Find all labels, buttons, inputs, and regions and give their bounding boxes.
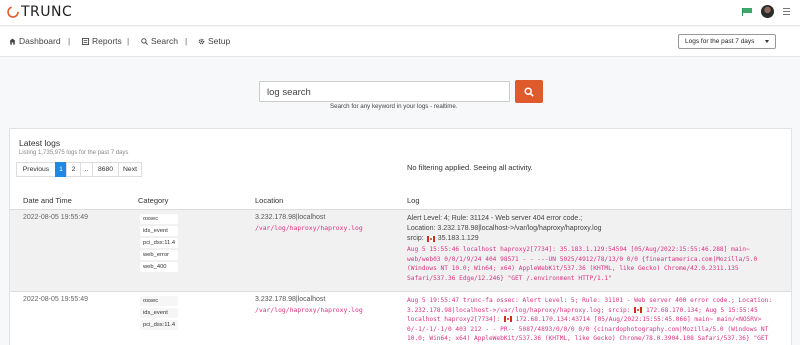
card-subtitle: Listing 1,735,975 logs for the past 7 da…	[19, 150, 129, 156]
date-range-value: Logs for the past 7 days	[685, 38, 755, 45]
category-badge[interactable]: pci_dss:11.4	[140, 238, 179, 248]
location-host: 3.232.178.98|localhost	[255, 296, 326, 303]
nav-setup-label: Setup	[208, 36, 231, 46]
col-category: Category	[138, 196, 169, 205]
search-input-value: log search	[267, 87, 311, 98]
report-icon	[82, 37, 89, 45]
page-previous[interactable]: Previous	[16, 162, 56, 177]
category-badge[interactable]: ids_event	[140, 308, 179, 318]
nav-separator: |	[185, 36, 188, 46]
page-next[interactable]: Next	[118, 162, 142, 177]
category-badge[interactable]: ids_event	[140, 226, 179, 236]
top-bar: TRUNC	[0, 0, 800, 26]
user-avatar[interactable]	[761, 5, 774, 18]
srcip-label: srcip:	[407, 235, 424, 242]
search-hint: Search for any keyword in your logs - re…	[330, 103, 458, 110]
gear-icon	[198, 38, 205, 44]
category-badge[interactable]: web_400	[140, 262, 179, 272]
menu-icon[interactable]	[783, 8, 790, 15]
col-location: Location	[255, 196, 284, 205]
latest-logs-card: Latest logs Listing 1,735,975 logs for t…	[9, 128, 792, 345]
nav-separator: |	[68, 36, 71, 46]
row-categories: ossec ids_event pci_dss:11.4 web_error w…	[140, 214, 179, 272]
row-log: Alert Level: 4; Rule: 31124 - Web server…	[407, 214, 785, 283]
category-badge[interactable]: pci_dss:11.4	[140, 320, 179, 330]
nav-dashboard-label: Dashboard	[19, 36, 61, 46]
logo-icon	[7, 6, 19, 18]
brand-logo[interactable]: TRUNC	[7, 4, 72, 20]
flag-icon[interactable]	[742, 7, 752, 16]
date-range-select[interactable]: Logs for the past 7 days	[678, 34, 776, 49]
page-2[interactable]: 2	[66, 162, 81, 177]
category-badge[interactable]: web_error	[140, 250, 179, 260]
search-input[interactable]: log search	[259, 81, 510, 102]
col-date: Date and Time	[23, 196, 72, 205]
log-srcip: srcip: 35.183.1.129	[407, 234, 785, 244]
nav-separator: |	[127, 36, 130, 46]
table-row[interactable]: 2022-08-05 19:55:49 ossec ids_event pci_…	[10, 209, 791, 291]
log-line: Location: 3.232.178.98|localhost->/var/l…	[407, 225, 602, 232]
pagination: Previous 1 2 .. 8680 Next	[16, 162, 142, 177]
location-host: 3.232.178.98|localhost	[255, 214, 326, 221]
log-line: Alert Level: 4; Rule: 31124 - Web server…	[407, 215, 583, 222]
row-date: 2022-08-05 19:55:49	[23, 214, 88, 221]
canada-flag-icon	[634, 306, 643, 313]
category-badge[interactable]: ossec	[140, 214, 179, 224]
nav-search[interactable]: Search	[141, 36, 178, 46]
row-categories: ossec ids_event pci_dss:11.4	[140, 296, 179, 330]
nav-search-label: Search	[151, 36, 178, 46]
row-location: 3.232.178.98|localhost /var/log/haproxy/…	[255, 296, 363, 314]
search-icon	[141, 37, 148, 45]
col-log: Log	[407, 196, 420, 205]
chevron-down-icon	[765, 40, 769, 43]
nav-dashboard[interactable]: Dashboard	[9, 36, 61, 46]
filter-note: No filtering applied. Seeing all activit…	[407, 163, 533, 172]
raw-log: Aug 5 15:55:46 localhost haproxy2[7734]:…	[407, 246, 758, 282]
page-8680[interactable]: 8680	[92, 162, 119, 177]
card-title: Latest logs	[19, 138, 61, 148]
canada-flag-icon	[426, 236, 435, 242]
nav-setup[interactable]: Setup	[198, 36, 230, 46]
brand-name: TRUNC	[21, 4, 73, 20]
search-button[interactable]	[515, 80, 543, 103]
raw-log-ip[interactable]: 172.68.170.134	[516, 316, 568, 323]
row-date: 2022-08-05 19:55:49	[23, 296, 88, 303]
row-location: 3.232.178.98|localhost /var/log/haproxy/…	[255, 214, 363, 232]
nav-reports[interactable]: Reports	[82, 36, 122, 46]
search-icon	[524, 86, 534, 97]
raw-log-ip[interactable]: 172.68.170.134	[646, 307, 698, 314]
raw-log: Aug 5 19:55:47 trunc-fa ossec: Alert Lev…	[407, 296, 785, 344]
srcip-value[interactable]: 35.183.1.129	[438, 234, 479, 244]
nav-reports-label: Reports	[92, 36, 122, 46]
canada-flag-icon	[503, 316, 512, 322]
location-path: /var/log/haproxy/haproxy.log	[255, 306, 363, 314]
table-row[interactable]: 2022-08-05 19:55:49 ossec ids_event pci_…	[10, 291, 791, 345]
location-path: /var/log/haproxy/haproxy.log	[255, 224, 363, 232]
home-icon	[9, 37, 16, 45]
category-badge[interactable]: ossec	[140, 296, 179, 306]
